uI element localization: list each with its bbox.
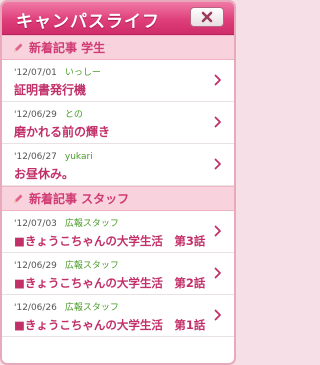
chevron-right-icon bbox=[214, 267, 221, 279]
app-window: キャンパスライフ 新着記事 学生 '12/07/01 いっしー 証明書発行機 '1… bbox=[0, 0, 236, 365]
item-author: yukari bbox=[64, 152, 93, 162]
item-date: '12/06/26 bbox=[14, 303, 57, 313]
list-item[interactable]: '12/06/26 広報スタッフ ■きょうこちゃんの大学生活 第1話 bbox=[2, 295, 234, 337]
section-header-staff: 新着記事 スタッフ bbox=[2, 186, 234, 211]
item-title: ■きょうこちゃんの大学生活 第3話 bbox=[14, 234, 206, 248]
section-header-students: 新着記事 学生 bbox=[2, 35, 234, 60]
item-date: '12/07/01 bbox=[14, 68, 57, 78]
list-item[interactable]: '12/06/29 との 磨かれる前の輝き bbox=[2, 102, 234, 144]
item-title: お昼休み。 bbox=[14, 167, 75, 181]
item-author: 広報スタッフ bbox=[64, 261, 119, 271]
item-date: '12/06/27 bbox=[14, 152, 57, 162]
item-author: 広報スタッフ bbox=[64, 303, 119, 313]
app-title: キャンパスライフ bbox=[16, 12, 160, 32]
list-item[interactable]: '12/07/03 広報スタッフ ■きょうこちゃんの大学生活 第3話 bbox=[2, 211, 234, 253]
chevron-right-icon bbox=[214, 74, 221, 86]
chevron-right-icon bbox=[214, 158, 221, 170]
list-item[interactable]: '12/06/29 広報スタッフ ■きょうこちゃんの大学生活 第2話 bbox=[2, 253, 234, 295]
close-icon bbox=[201, 11, 213, 23]
item-title: 磨かれる前の輝き bbox=[14, 125, 111, 139]
item-title: ■きょうこちゃんの大学生活 第2話 bbox=[14, 276, 206, 290]
title-bar: キャンパスライフ bbox=[2, 2, 234, 35]
pencil-icon bbox=[14, 43, 23, 52]
chevron-right-icon bbox=[214, 225, 221, 237]
item-date: '12/07/03 bbox=[14, 219, 57, 229]
chevron-right-icon bbox=[214, 309, 221, 321]
list-item[interactable]: '12/06/27 yukari お昼休み。 bbox=[2, 144, 234, 186]
staff-section: 新着記事 スタッフ '12/07/03 広報スタッフ ■きょうこちゃんの大学生活 … bbox=[2, 186, 234, 337]
item-author: との bbox=[64, 110, 83, 120]
item-date: '12/06/29 bbox=[14, 110, 57, 120]
chevron-right-icon bbox=[214, 116, 221, 128]
item-author: 広報スタッフ bbox=[64, 219, 119, 229]
item-date: '12/06/29 bbox=[14, 261, 57, 271]
section-label: 新着記事 スタッフ bbox=[29, 192, 130, 206]
list-item[interactable]: '12/07/01 いっしー 証明書発行機 bbox=[2, 60, 234, 102]
item-author: いっしー bbox=[64, 68, 101, 78]
section-label: 新着記事 学生 bbox=[29, 41, 106, 55]
close-button[interactable] bbox=[190, 7, 224, 27]
item-title: 証明書発行機 bbox=[14, 83, 87, 97]
item-title: ■きょうこちゃんの大学生活 第1話 bbox=[14, 318, 206, 332]
pencil-icon bbox=[14, 194, 23, 203]
